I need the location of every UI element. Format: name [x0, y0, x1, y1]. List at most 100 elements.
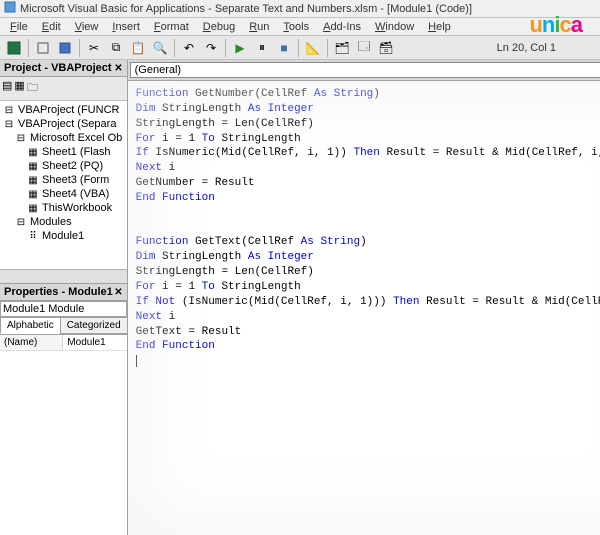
save-icon[interactable] [55, 38, 75, 58]
tree-item[interactable]: ⠿Module1 [2, 229, 125, 243]
keyword-token: Next [136, 162, 162, 174]
code-token: IsNumeric(Mid(CellRef, i, 1)) [149, 147, 354, 159]
code-token: StringLength [215, 281, 301, 293]
property-row[interactable]: (Name)Module1 [0, 335, 127, 351]
property-name: (Name) [0, 335, 63, 350]
properties-window-icon[interactable]: 🗔 [354, 38, 374, 58]
object-dropdown[interactable]: (General) ▾ [130, 62, 600, 78]
insert-icon[interactable] [33, 38, 53, 58]
tree-item-label: VBAProject (FUNCR [18, 104, 119, 116]
code-token: StringLength [215, 133, 301, 145]
tree-item-label: Sheet2 (PQ) [42, 160, 103, 172]
window-title: Microsoft Visual Basic for Applications … [20, 3, 472, 15]
menu-run[interactable]: Run [243, 19, 275, 35]
redo-icon[interactable]: ↷ [201, 38, 221, 58]
object-dropdown-value: (General) [135, 64, 181, 76]
keyword-token: To [202, 133, 215, 145]
menu-window[interactable]: Window [369, 19, 420, 35]
close-icon[interactable]: ✕ [114, 63, 122, 74]
app-icon [4, 1, 16, 16]
design-mode-icon[interactable]: 📐 [303, 38, 323, 58]
tree-node-icon: ▦ [26, 161, 40, 172]
find-icon[interactable]: 🔍 [150, 38, 170, 58]
code-token: GetText = Result [136, 326, 242, 338]
tree-item[interactable]: ▦Sheet3 (Form [2, 173, 125, 187]
keyword-token: Dim [136, 251, 156, 263]
view-object-icon[interactable]: ▦ [14, 79, 24, 98]
keyword-token: End Function [136, 340, 215, 352]
tree-node-icon: ⊟ [2, 105, 16, 116]
code-token: i = 1 [155, 133, 201, 145]
keyword-token: If Not [136, 296, 176, 308]
tree-item-label: Sheet3 (Form [42, 174, 109, 186]
menu-edit[interactable]: Edit [36, 19, 67, 35]
view-code-icon[interactable]: ▤ [2, 79, 12, 98]
code-token: ) [360, 236, 367, 248]
horizontal-scrollbar[interactable] [0, 269, 127, 283]
keyword-token: Dim [136, 103, 156, 115]
close-icon[interactable]: ✕ [114, 287, 122, 298]
tab-categorized[interactable]: Categorized [60, 317, 128, 334]
property-value[interactable]: Module1 [63, 335, 126, 350]
menu-addins[interactable]: Add-Ins [317, 19, 367, 35]
menu-help[interactable]: Help [422, 19, 457, 35]
project-explorer-icon[interactable]: 🗂 [332, 38, 352, 58]
undo-icon[interactable]: ↶ [179, 38, 199, 58]
properties-panel-title: Properties - Module1 [4, 286, 113, 298]
tree-item[interactable]: ▦ThisWorkbook [2, 201, 125, 215]
project-panel-title: Project - VBAProject [4, 62, 112, 74]
title-bar: Microsoft Visual Basic for Applications … [0, 0, 600, 18]
keyword-token: Then [353, 147, 379, 159]
code-editor[interactable]: Function GetNumber(CellRef As String) Di… [128, 81, 600, 535]
menu-view[interactable]: View [69, 19, 105, 35]
run-icon[interactable]: ▶ [230, 38, 250, 58]
tree-item[interactable]: ⊟Modules [2, 215, 125, 229]
tree-node-icon: ▦ [26, 203, 40, 214]
tree-item-label: Microsoft Excel Ob [30, 132, 122, 144]
view-excel-icon[interactable] [4, 38, 24, 58]
menu-format[interactable]: Format [148, 19, 195, 35]
properties-grid[interactable]: (Name)Module1 [0, 335, 127, 535]
tree-node-icon: ▦ [26, 147, 40, 158]
cut-icon[interactable]: ✂ [84, 38, 104, 58]
text-cursor [136, 355, 137, 367]
menu-tools[interactable]: Tools [277, 19, 315, 35]
copy-icon[interactable]: ⧉ [106, 38, 126, 58]
code-token: i [162, 311, 175, 323]
toggle-folders-icon[interactable]: 🗀 [27, 79, 38, 98]
keyword-token: As Integer [248, 103, 314, 115]
properties-tabs: Alphabetic Categorized [0, 317, 127, 335]
menu-insert[interactable]: Insert [106, 19, 146, 35]
tab-alphabetic[interactable]: Alphabetic [0, 317, 61, 334]
object-browser-icon[interactable]: 🗃 [376, 38, 396, 58]
menu-bar: File Edit View Insert Format Debug Run T… [0, 18, 600, 36]
tree-item-label: Sheet1 (Flash [42, 146, 110, 158]
tree-node-icon: ⠿ [26, 231, 40, 242]
paste-icon[interactable]: 📋 [128, 38, 148, 58]
code-token: GetNumber = Result [136, 177, 255, 189]
keyword-token: As Integer [248, 251, 314, 263]
properties-panel-header: Properties - Module1 ✕ [0, 284, 127, 301]
keyword-token: As String [314, 88, 373, 100]
project-tree[interactable]: ⊟VBAProject (FUNCR⊟VBAProject (Separa⊟Mi… [0, 101, 127, 269]
keyword-token: If [136, 147, 149, 159]
tree-item[interactable]: ⊟VBAProject (FUNCR [2, 103, 125, 117]
tree-item[interactable]: ▦Sheet2 (PQ) [2, 159, 125, 173]
code-token: StringLength = Len(CellRef) [136, 266, 314, 278]
properties-object-selector[interactable]: Module1 Module [0, 301, 127, 317]
menu-file[interactable]: File [4, 19, 34, 35]
keyword-token: Function [136, 236, 189, 248]
tree-item[interactable]: ⊟VBAProject (Separa [2, 117, 125, 131]
keyword-token: Next [136, 311, 162, 323]
tree-item[interactable]: ⊟Microsoft Excel Ob [2, 131, 125, 145]
tree-item[interactable]: ▦Sheet4 (VBA) [2, 187, 125, 201]
menu-debug[interactable]: Debug [197, 19, 241, 35]
tree-item[interactable]: ▦Sheet1 (Flash [2, 145, 125, 159]
keyword-token: For [136, 133, 156, 145]
reset-icon[interactable]: ■ [274, 38, 294, 58]
keyword-token: To [202, 281, 215, 293]
keyword-token: Function [136, 88, 189, 100]
code-token: GetNumber(CellRef [188, 88, 313, 100]
keyword-token: End Function [136, 192, 215, 204]
break-icon[interactable]: ⏸ [252, 38, 272, 58]
